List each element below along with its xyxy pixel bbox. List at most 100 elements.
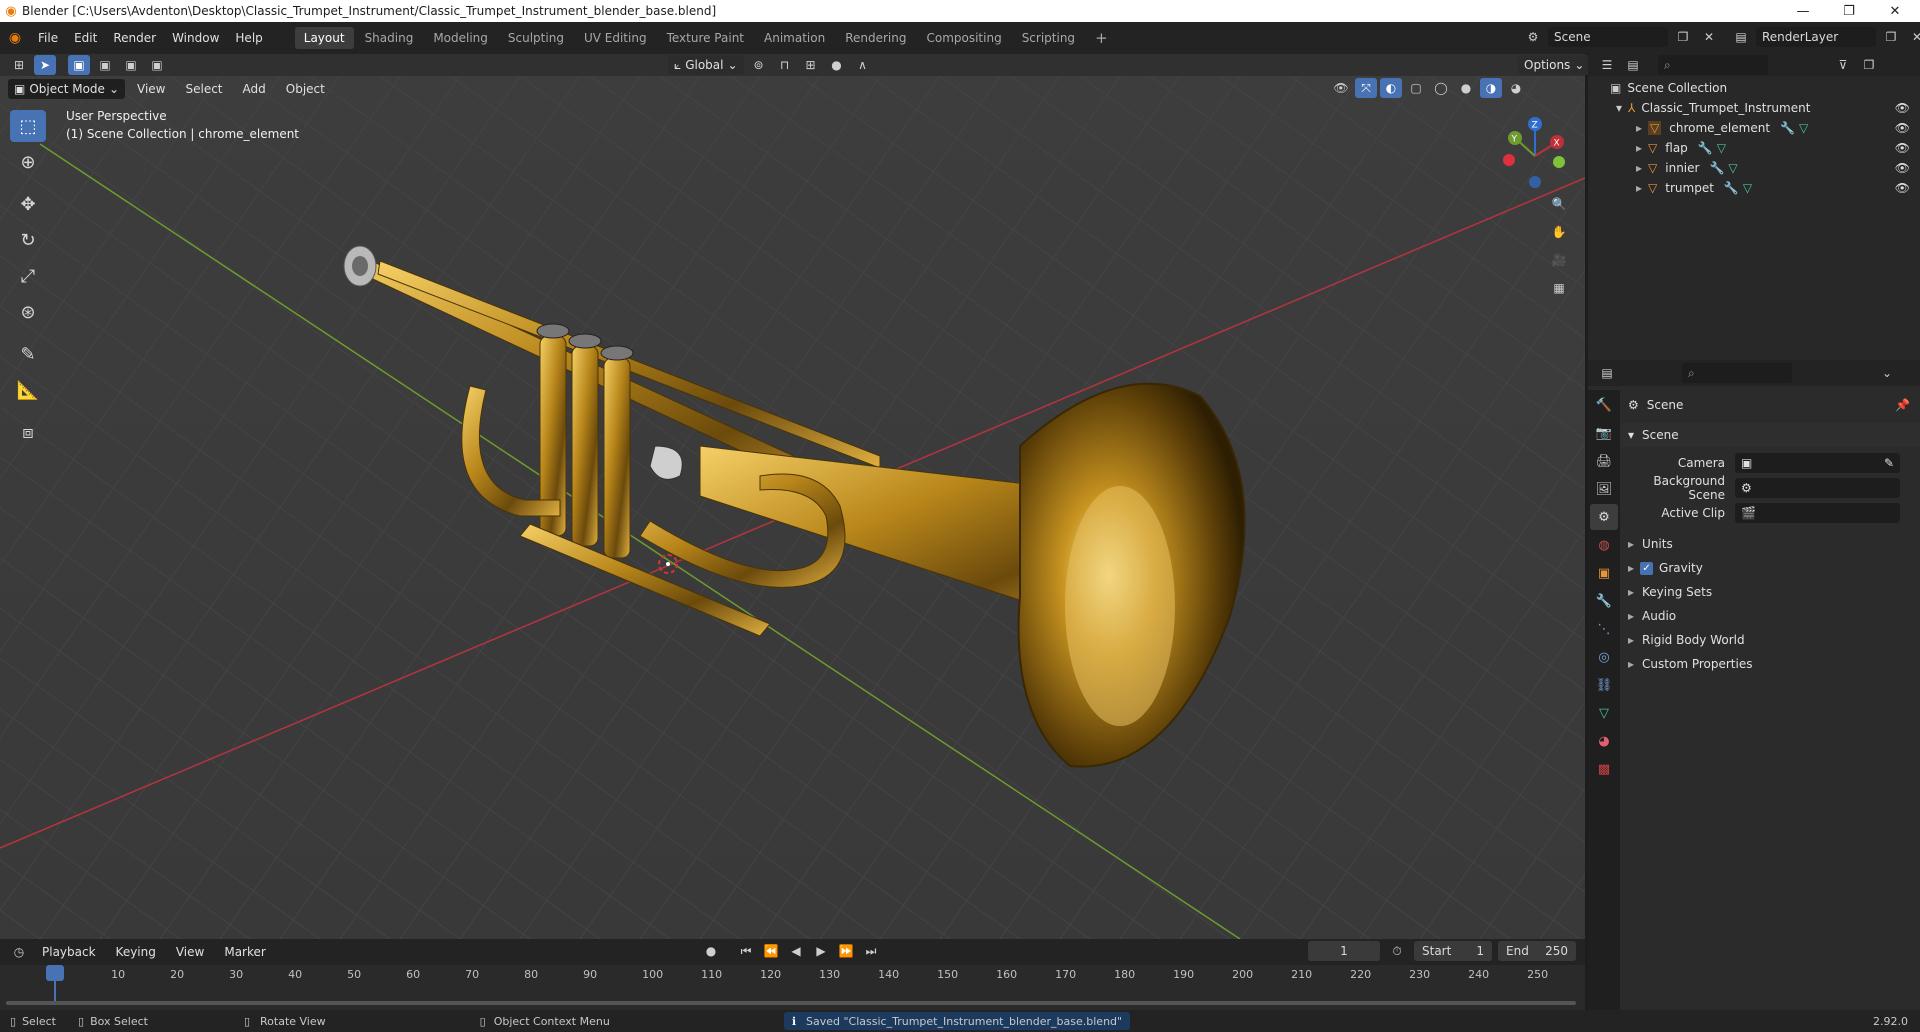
timeline-menu-view[interactable]: View (168, 941, 212, 963)
measure-tool-icon[interactable]: 📐 (10, 374, 46, 406)
record-icon[interactable]: ● (700, 941, 722, 961)
tab-texture-paint[interactable]: Texture Paint (658, 27, 753, 49)
viewport-menu-add[interactable]: Add (235, 78, 274, 100)
object-mode-dropdown[interactable]: ▣ Object Mode ⌄ (8, 79, 125, 99)
filter-icon[interactable]: ⊽ (1832, 55, 1854, 75)
texture-tab-icon[interactable]: ▩ (1590, 756, 1618, 782)
active-clip-field[interactable]: 🎬 (1735, 503, 1900, 523)
maximize-button[interactable]: ❐ (1826, 0, 1872, 22)
editor-type-icon[interactable]: ⊞ (8, 55, 30, 75)
particles-tab-icon[interactable]: ⋱ (1590, 616, 1618, 642)
view-layer-icon[interactable]: ▤ (1730, 27, 1752, 47)
annotate-tool-icon[interactable]: ✎ (10, 338, 46, 370)
menu-window[interactable]: Window (164, 27, 227, 49)
snap-target-icon[interactable]: ⊞ (800, 55, 822, 75)
new-scene-icon[interactable]: ❐ (1672, 27, 1694, 47)
render-tab-icon[interactable]: 📷 (1590, 420, 1618, 446)
select-tool-icon[interactable]: ➤ (34, 55, 56, 75)
camera-field[interactable]: ▣ ✎ (1735, 453, 1900, 473)
proportional-edit-icon[interactable]: ● (826, 55, 848, 75)
rigid-body-world-section[interactable]: ▸ Rigid Body World (1620, 628, 1920, 652)
add-cube-tool-icon[interactable]: ⧈ (10, 416, 46, 448)
outliner-object-row[interactable]: ▸ ▽ chrome_element 🔧 ▽ 👁 (1588, 118, 1920, 138)
eyedropper-icon[interactable]: ✎ (1884, 456, 1900, 470)
outliner-object-row[interactable]: ▸ ▽ innier 🔧 ▽ 👁 (1588, 158, 1920, 178)
material-tab-icon[interactable]: ◕ (1590, 728, 1618, 754)
select-box-tool-icon[interactable]: ⬚ (10, 110, 46, 142)
overlay-toggle-icon[interactable]: ◐ (1380, 78, 1402, 98)
next-keyframe-icon[interactable]: ⏩ (835, 941, 857, 961)
eye-icon[interactable]: 👁 (1895, 181, 1910, 195)
pan-hand-icon[interactable]: ✋ (1548, 222, 1570, 242)
navigation-gizmo[interactable]: Z Y X (1495, 116, 1575, 196)
menu-edit[interactable]: Edit (66, 27, 105, 49)
modifier-tab-icon[interactable]: 🔧 (1590, 588, 1618, 614)
transform-tool-icon[interactable]: ⊛ (10, 296, 46, 328)
eye-icon[interactable]: 👁 (1895, 101, 1910, 115)
timeline-menu-marker[interactable]: Marker (216, 941, 273, 963)
minimize-button[interactable]: — (1780, 0, 1826, 22)
shading-solid-icon[interactable]: ● (1455, 78, 1477, 98)
end-frame-field[interactable]: End 250 (1498, 941, 1576, 961)
delete-view-layer-icon[interactable]: ✕ (1906, 27, 1920, 47)
outliner-object-row[interactable]: ▸ ▽ trumpet 🔧 ▽ 👁 (1588, 178, 1920, 198)
properties-search-input[interactable]: ⌕ (1682, 363, 1792, 383)
world-tab-icon[interactable]: ◍ (1590, 532, 1618, 558)
scene-tab-icon[interactable]: ⚙ (1590, 504, 1618, 530)
stopwatch-icon[interactable]: ⏱ (1386, 941, 1408, 961)
tab-layout[interactable]: Layout (294, 27, 354, 49)
eye-icon[interactable]: 👁 (1895, 121, 1910, 135)
scale-tool-icon[interactable]: ⤢ (10, 260, 46, 292)
viewport-menu-select[interactable]: Select (177, 78, 230, 100)
view-layer-selector[interactable]: RenderLayer (1756, 27, 1876, 47)
blender-menu-icon[interactable]: ◉ (0, 30, 30, 46)
rotate-tool-icon[interactable]: ↻ (10, 224, 46, 256)
snap-icon[interactable]: ⊓ (774, 55, 796, 75)
cursor-tool-icon[interactable]: ⊕ (10, 146, 46, 178)
tool-tab-icon[interactable]: 🔨 (1590, 392, 1618, 418)
jump-start-icon[interactable]: ⏮ (735, 941, 757, 961)
play-reverse-icon[interactable]: ◀ (785, 941, 807, 961)
playhead[interactable] (46, 965, 64, 981)
falloff-icon[interactable]: ∧ (852, 55, 874, 75)
shading-material-icon[interactable]: ◑ (1480, 78, 1502, 98)
transform-orientation-dropdown[interactable]: ⟀ Global ⌄ (668, 55, 744, 75)
select-mode-subtract-icon[interactable]: ▣ (120, 55, 142, 75)
keying-sets-section[interactable]: ▸ Keying Sets (1620, 580, 1920, 604)
eye-icon[interactable]: 👁 (1895, 161, 1910, 175)
outliner-scene-collection[interactable]: ▣ Scene Collection (1588, 78, 1920, 98)
timeline-menu-playback[interactable]: Playback (34, 941, 104, 963)
timeline-scrollbar[interactable] (6, 1001, 1576, 1005)
outliner-object-row[interactable]: ▸ ▽ flap 🔧 ▽ 👁 (1588, 138, 1920, 158)
menu-render[interactable]: Render (105, 27, 164, 49)
properties-editor-type-icon[interactable]: ▤ (1596, 363, 1618, 383)
tab-shading[interactable]: Shading (356, 27, 423, 49)
delete-scene-icon[interactable]: ✕ (1698, 27, 1720, 47)
start-frame-field[interactable]: Start 1 (1414, 941, 1492, 961)
tab-rendering[interactable]: Rendering (836, 27, 915, 49)
scene-selector[interactable]: Scene (1548, 27, 1668, 47)
visibility-icon[interactable]: 👁 (1330, 78, 1352, 98)
perspective-toggle-icon[interactable]: ▦ (1548, 278, 1570, 298)
select-mode-extend-icon[interactable]: ▣ (94, 55, 116, 75)
xray-icon[interactable]: ▢ (1405, 78, 1427, 98)
move-tool-icon[interactable]: ✥ (10, 188, 46, 220)
close-window-button[interactable]: ✕ (1872, 0, 1918, 22)
3d-viewport[interactable]: ▣ Object Mode ⌄ View Select Add Object 👁 ⤧… (0, 76, 1585, 939)
new-view-layer-icon[interactable]: ❐ (1880, 27, 1902, 47)
outliner-collection-row[interactable]: ▾ ⅄ Classic_Trumpet_Instrument 👁 (1588, 98, 1920, 118)
gravity-section[interactable]: ▸ ✓ Gravity (1620, 556, 1920, 580)
pivot-point-icon[interactable]: ⊚ (748, 55, 770, 75)
audio-section[interactable]: ▸ Audio (1620, 604, 1920, 628)
custom-properties-section[interactable]: ▸ Custom Properties (1620, 652, 1920, 676)
display-mode-icon[interactable]: ▤ (1622, 55, 1644, 75)
tab-sculpting[interactable]: Sculpting (499, 27, 573, 49)
eye-icon[interactable]: 👁 (1895, 141, 1910, 155)
gravity-checkbox[interactable]: ✓ (1640, 561, 1654, 575)
pin-icon[interactable]: 📌 (1895, 398, 1910, 412)
timeline-menu-keying[interactable]: Keying (108, 941, 164, 963)
object-tab-icon[interactable]: ▣ (1590, 560, 1618, 586)
tab-uv-editing[interactable]: UV Editing (575, 27, 656, 49)
outliner-search-input[interactable]: ⌕ (1658, 55, 1768, 75)
gizmo-toggle-icon[interactable]: ⤧ (1355, 78, 1377, 98)
